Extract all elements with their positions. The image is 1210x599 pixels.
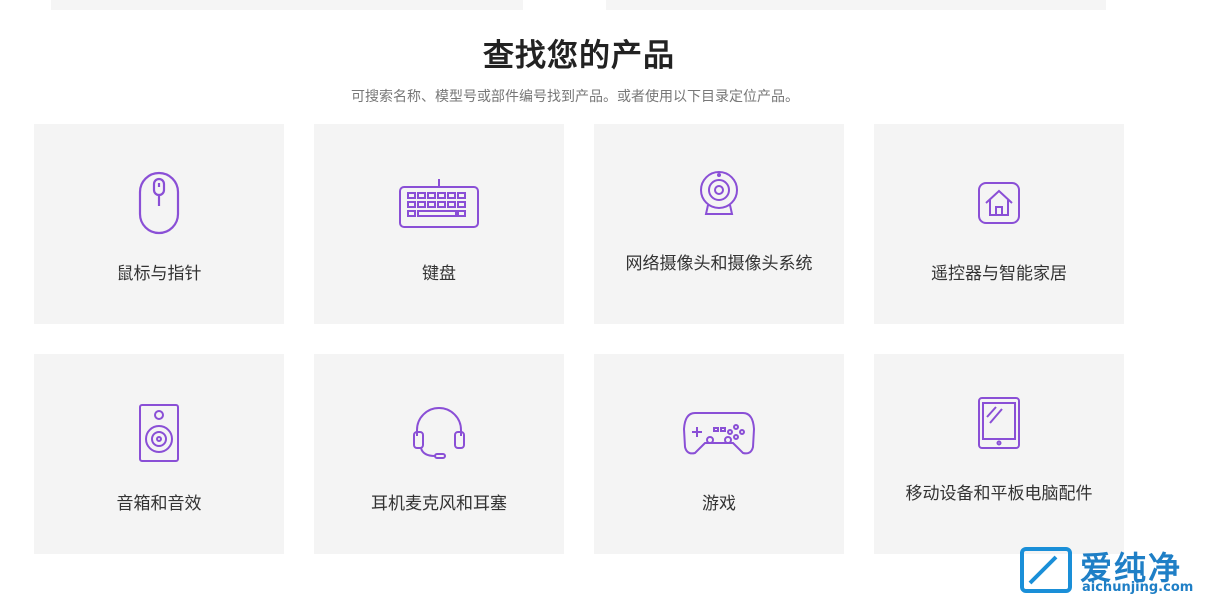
category-label: 移动设备和平板电脑配件 <box>905 484 1093 504</box>
mouse-icon <box>34 168 284 238</box>
smart-home-icon <box>874 168 1124 238</box>
speaker-icon <box>34 398 284 468</box>
category-label: 音箱和音效 <box>116 494 202 514</box>
category-card-smart-home[interactable]: 遥控器与智能家居 <box>874 124 1124 324</box>
top-card-edge-left <box>51 0 523 10</box>
category-card-speaker[interactable]: 音箱和音效 <box>34 354 284 554</box>
site-watermark: 爱纯净 aichunjing.com <box>1018 541 1210 599</box>
category-label: 网络摄像头和摄像头系统 <box>625 254 813 274</box>
category-label: 键盘 <box>422 264 456 284</box>
category-card-gamepad[interactable]: 游戏 <box>594 354 844 554</box>
category-card-tablet[interactable]: 移动设备和平板电脑配件 <box>874 354 1124 554</box>
category-card-mouse[interactable]: 鼠标与指针 <box>34 124 284 324</box>
category-label: 游戏 <box>702 494 736 514</box>
category-card-webcam[interactable]: 网络摄像头和摄像头系统 <box>594 124 844 324</box>
category-label: 鼠标与指针 <box>116 264 202 284</box>
category-card-headset[interactable]: 耳机麦克风和耳塞 <box>314 354 564 554</box>
keyboard-icon <box>314 168 564 238</box>
category-card-keyboard[interactable]: 键盘 <box>314 124 564 324</box>
page-subtitle: 可搜索名称、模型号或部件编号找到产品。或者使用以下目录定位产品。 <box>351 89 799 105</box>
headset-icon <box>314 398 564 468</box>
watermark-logo-icon <box>1020 547 1072 593</box>
tablet-icon <box>874 388 1124 458</box>
gamepad-icon <box>594 398 844 468</box>
top-card-edge-right <box>606 0 1106 10</box>
page-title: 查找您的产品 <box>483 38 675 74</box>
watermark-url: aichunjing.com <box>1082 580 1194 595</box>
category-label: 耳机麦克风和耳塞 <box>371 494 507 514</box>
webcam-icon <box>594 158 844 228</box>
category-label: 遥控器与智能家居 <box>931 264 1067 284</box>
